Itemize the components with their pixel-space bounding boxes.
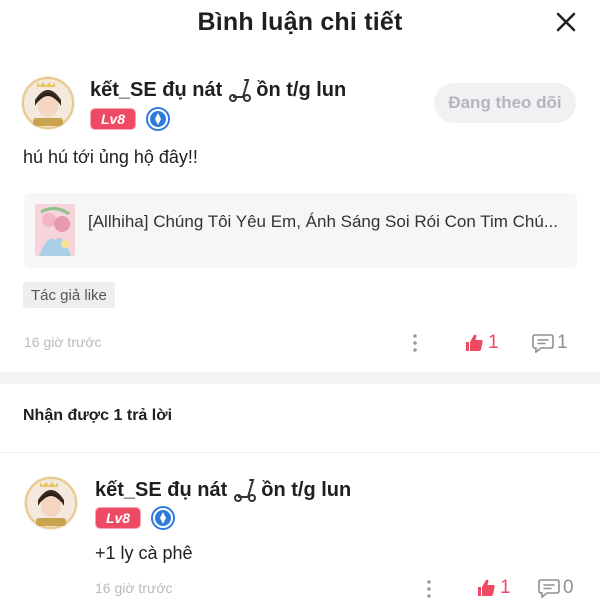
reply-text: +1 ly cà phê (95, 543, 193, 563)
page-title: Bình luận chi tiết (197, 8, 403, 36)
reply-button[interactable]: 1 (532, 332, 568, 354)
author-liked-tag: Tác giả like (23, 282, 115, 308)
scooter-icon (229, 79, 252, 102)
reply-avatar[interactable] (24, 476, 78, 530)
avatar[interactable] (21, 76, 75, 130)
story-title: [Allhiha] Chúng Tôi Yêu Em, Ánh Sáng Soi… (88, 212, 558, 231)
reply-level-badge: Lv8 (95, 507, 141, 529)
comment-bubble-icon (532, 334, 554, 353)
close-icon[interactable] (554, 10, 578, 34)
reply-username[interactable]: kết_SE đụ nát ồn t/g lun (95, 478, 351, 502)
divider (0, 452, 600, 453)
comment-username[interactable]: kết_SE đụ nát ồn t/g lun (90, 78, 346, 102)
rank-badge-icon (151, 506, 175, 530)
comment-time: 16 giờ trước (24, 334, 102, 350)
like-count: 1 (488, 332, 499, 353)
following-button[interactable]: Đang theo dõi (434, 83, 576, 123)
comment-bubble-icon (538, 579, 560, 598)
rank-badge-icon (146, 107, 170, 131)
reply-time: 16 giờ trước (95, 580, 173, 596)
reply-count: 1 (557, 332, 568, 353)
header: Bình luận chi tiết (0, 0, 600, 46)
thumbs-up-icon (466, 334, 483, 351)
reply-reply-button[interactable]: 0 (538, 577, 574, 599)
scooter-icon (234, 479, 257, 502)
thumbs-up-icon (478, 579, 495, 596)
more-options-icon[interactable] (412, 333, 418, 353)
like-button[interactable]: 1 (464, 332, 499, 354)
more-options-icon[interactable] (426, 579, 432, 599)
reply-like-button[interactable]: 1 (476, 577, 511, 599)
replies-heading: Nhận được 1 trả lời (23, 407, 173, 424)
reply-reply-count: 0 (563, 577, 574, 598)
level-badge: Lv8 (90, 108, 136, 130)
story-thumbnail (35, 204, 75, 256)
referenced-story-card[interactable]: [Allhiha] Chúng Tôi Yêu Em, Ánh Sáng Soi… (24, 193, 577, 268)
reply-like-count: 1 (500, 577, 511, 598)
comment-text: hú hú tới ủng hộ đây!! (23, 147, 198, 167)
section-divider (0, 372, 600, 384)
